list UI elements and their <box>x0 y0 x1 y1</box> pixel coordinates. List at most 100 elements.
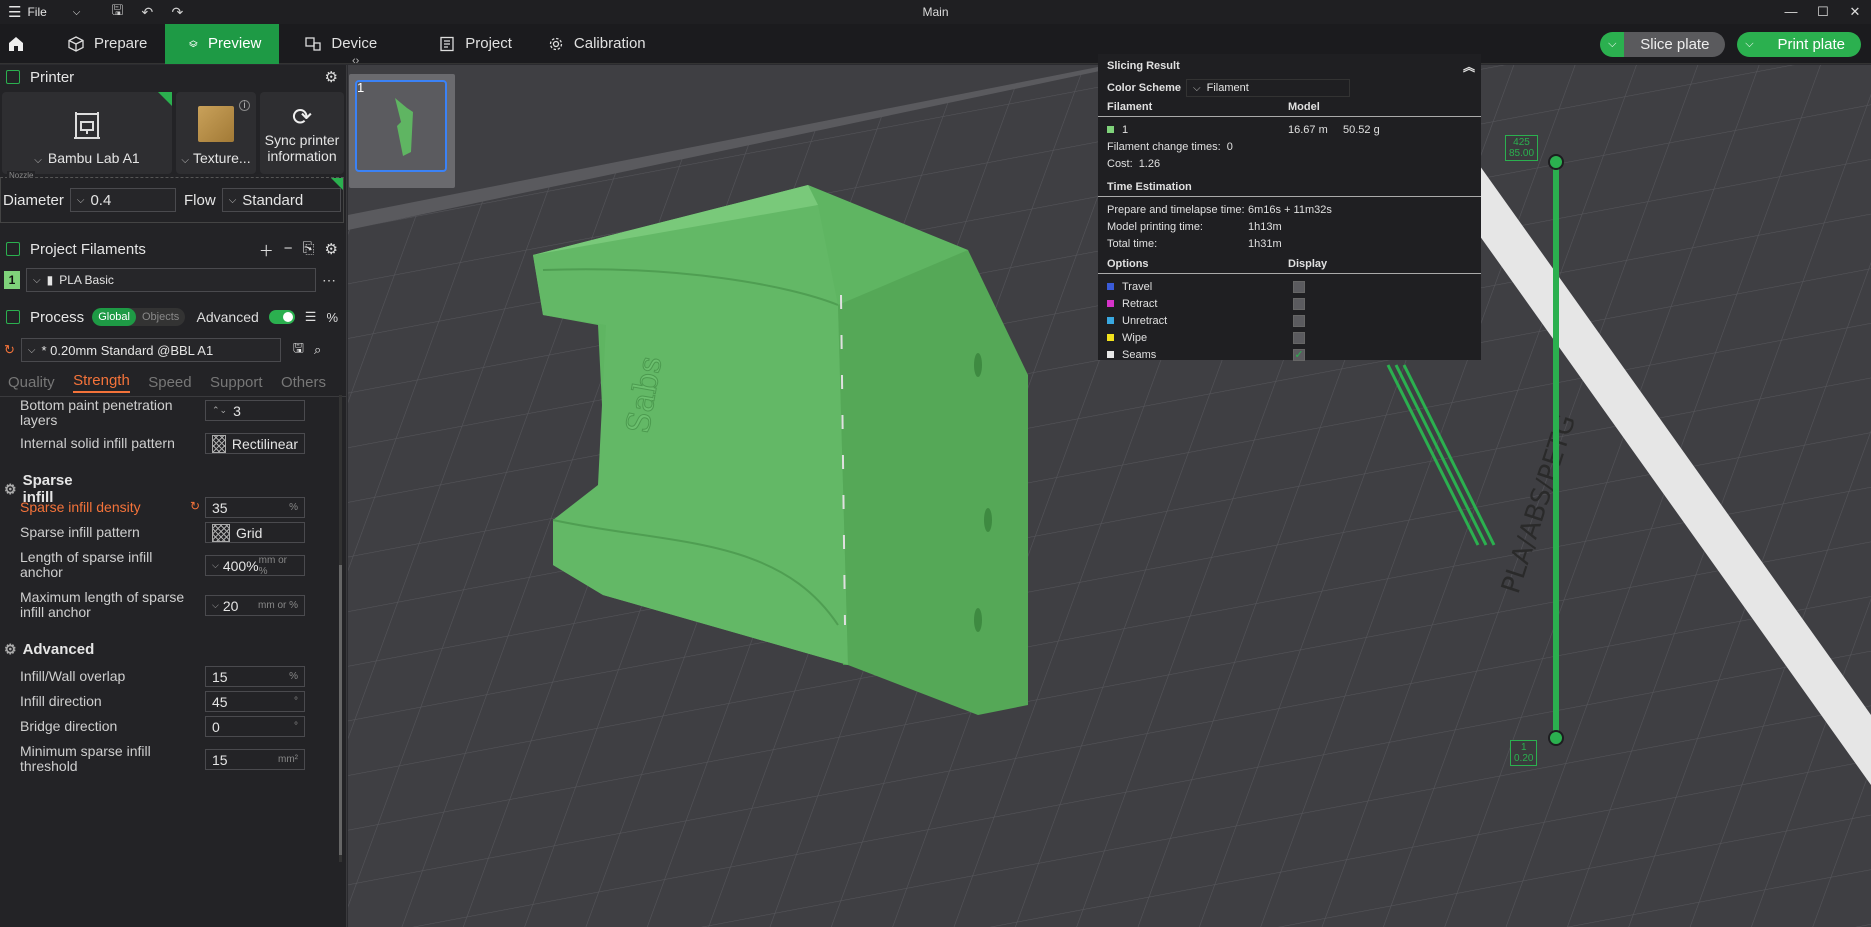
remove-icon[interactable]: − <box>284 240 293 261</box>
setting-label: Internal solid infill pattern <box>20 435 175 451</box>
wall-overlap-input[interactable]: 15% <box>205 666 305 687</box>
redo-icon[interactable]: ↷ <box>162 4 192 21</box>
tab-support[interactable]: Support <box>210 374 263 391</box>
bottom-layer-label: 1 0.20 <box>1510 740 1538 766</box>
printer-name: Bambu Lab A1 <box>47 150 140 166</box>
gear-icon[interactable]: ⚙ <box>325 68 338 86</box>
search-icon[interactable]: ⌕ <box>314 342 321 358</box>
sync-printer-button[interactable]: ⟳ Sync printer information <box>260 92 344 174</box>
sync-filament-icon[interactable]: ⎘ <box>303 240 315 261</box>
unretract-checkbox[interactable] <box>1293 314 1305 327</box>
filament-row: 1 ⌵ ▮ PLA Basic ⋯ <box>0 267 346 293</box>
bottom-layer-handle[interactable] <box>1548 730 1564 746</box>
save-icon[interactable]: 🖫 <box>102 0 132 24</box>
option-retract: Retract <box>1098 295 1481 312</box>
textured-plate-image <box>198 106 234 142</box>
save-preset-icon[interactable]: 🖫 <box>293 339 304 361</box>
printer-section-header: Printer ⚙ <box>0 65 346 89</box>
internal-solid-pattern-select[interactable]: Rectilinear <box>205 433 305 454</box>
tab-project[interactable]: Project <box>395 24 530 64</box>
diameter-select[interactable]: ⌵ 0.4 <box>69 188 177 212</box>
tab-prepare[interactable]: Prepare <box>50 24 165 64</box>
min-sparse-threshold-input[interactable]: 15 mm² <box>205 749 305 770</box>
chevron-down-icon[interactable]: ⌵ <box>1600 32 1625 57</box>
tab-calibration[interactable]: Calibration <box>530 24 664 64</box>
travel-checkbox[interactable] <box>1293 280 1305 293</box>
layer-slider[interactable] <box>1548 154 1564 746</box>
tab-device[interactable]: Device <box>279 24 395 64</box>
chevron-down-icon: ⌵ <box>72 6 81 18</box>
flow-select[interactable]: ⌵ Standard <box>221 188 341 212</box>
list-icon[interactable]: ☰ <box>305 309 317 325</box>
maximize-icon[interactable]: ☐ <box>1807 0 1839 24</box>
setting-label: Length of sparse infill anchor <box>20 549 153 580</box>
filament-index-badge[interactable]: 1 <box>4 271 20 289</box>
plate-type-card[interactable]: i ⌵ Texture... <box>176 92 256 174</box>
home-icon[interactable] <box>2 24 30 64</box>
slice-plate-button[interactable]: ⌵ Slice plate <box>1600 32 1726 57</box>
seams-checkbox[interactable]: ✓ <box>1293 348 1305 361</box>
max-anchor-input[interactable]: ⌵ 20 mm or % <box>205 595 305 616</box>
sparse-pattern-select[interactable]: Grid <box>205 522 305 543</box>
bottom-paint-input[interactable]: ⌃⌄ 3 <box>205 400 305 421</box>
collapse-sidebar-icon[interactable]: ‹› <box>352 55 359 67</box>
process-preset-select[interactable]: ⌵ * 0.20mm Standard @BBL A1 <box>20 338 281 362</box>
percent-icon[interactable]: % <box>326 310 338 325</box>
add-icon[interactable]: ＋ <box>259 240 274 261</box>
setting-label: Infill direction <box>20 693 102 709</box>
gear-icon[interactable]: ⚙ <box>325 240 338 261</box>
global-objects-toggle[interactable]: Global Objects <box>92 308 186 326</box>
printer-card[interactable]: ⌵ Bambu Lab A1 <box>2 92 172 174</box>
filament-usage-row: 1 16.67 m 50.52 g <box>1098 121 1481 138</box>
infill-direction-input[interactable]: 45 ° <box>205 691 305 712</box>
collapse-icon[interactable]: ︽ <box>1463 58 1475 75</box>
bridge-direction-input[interactable]: 0 ° <box>205 716 305 737</box>
project-icon <box>440 36 454 51</box>
pattern-icon <box>212 434 226 453</box>
option-wipe: Wipe <box>1098 329 1481 346</box>
top-layer-handle[interactable] <box>1548 154 1564 170</box>
minimize-icon[interactable]: — <box>1775 0 1807 24</box>
sync-icon: ⟳ <box>291 103 313 131</box>
more-icon[interactable]: ⋯ <box>322 272 336 289</box>
info-icon[interactable]: i <box>239 100 250 111</box>
option-unretract: Unretract <box>1098 312 1481 329</box>
tab-speed[interactable]: Speed <box>148 374 191 391</box>
file-label: File <box>27 5 47 19</box>
filament-select[interactable]: ⌵ ▮ PLA Basic <box>26 268 316 292</box>
tab-quality[interactable]: Quality <box>8 374 55 391</box>
advanced-gear-icon: ⚙ <box>4 641 17 657</box>
advanced-switch[interactable] <box>268 310 295 324</box>
file-menu[interactable]: ☰ File ⌵ <box>0 0 88 24</box>
spool-icon: ▮ <box>46 273 54 287</box>
gear-icon <box>549 37 563 50</box>
cube-icon <box>68 35 84 52</box>
advanced-group: ⚙ Advanced <box>4 641 95 658</box>
print-plate-button[interactable]: ⌵ Print plate <box>1737 32 1861 57</box>
panel-title: Slicing Result <box>1107 60 1180 72</box>
settings-scrollbar[interactable] <box>339 395 342 862</box>
plate-thumbnail[interactable]: 1 <box>349 74 455 188</box>
sparse-anchor-input[interactable]: ⌵ 400% mm or % <box>205 555 305 577</box>
color-scheme-select[interactable]: ⌵ Filament <box>1186 79 1350 97</box>
printer-icon <box>74 112 100 139</box>
tab-strength[interactable]: Strength <box>73 372 130 393</box>
filament-icon <box>6 242 20 256</box>
close-icon[interactable]: ✕ <box>1839 0 1871 24</box>
window-title: Main <box>922 5 949 19</box>
main-toolbar: Prepare Preview Device Project Calibrati… <box>0 23 1871 64</box>
reset-icon[interactable]: ↻ <box>190 499 200 513</box>
tab-others[interactable]: Others <box>281 374 326 391</box>
retract-checkbox[interactable] <box>1293 297 1305 310</box>
wipe-checkbox[interactable] <box>1293 331 1305 344</box>
nozzle-settings: Nozzle Diameter ⌵ 0.4 Flow ⌵ Standard <box>0 171 344 223</box>
process-icon <box>6 310 20 324</box>
title-bar: ☰ File ⌵ 🖫 ↶ ↷ Main — ☐ ✕ <box>0 0 1871 24</box>
setting-label: Minimum sparse infill threshold <box>20 743 151 774</box>
undo-icon[interactable]: ↶ <box>132 4 162 21</box>
reset-icon[interactable]: ↻ <box>4 342 15 358</box>
chevron-down-icon[interactable]: ⌵ <box>1737 32 1762 57</box>
process-section-header: Process Global Objects Advanced ☰ % <box>0 305 346 329</box>
tab-preview[interactable]: Preview <box>165 23 280 64</box>
sparse-density-input[interactable]: 35% <box>205 497 305 518</box>
